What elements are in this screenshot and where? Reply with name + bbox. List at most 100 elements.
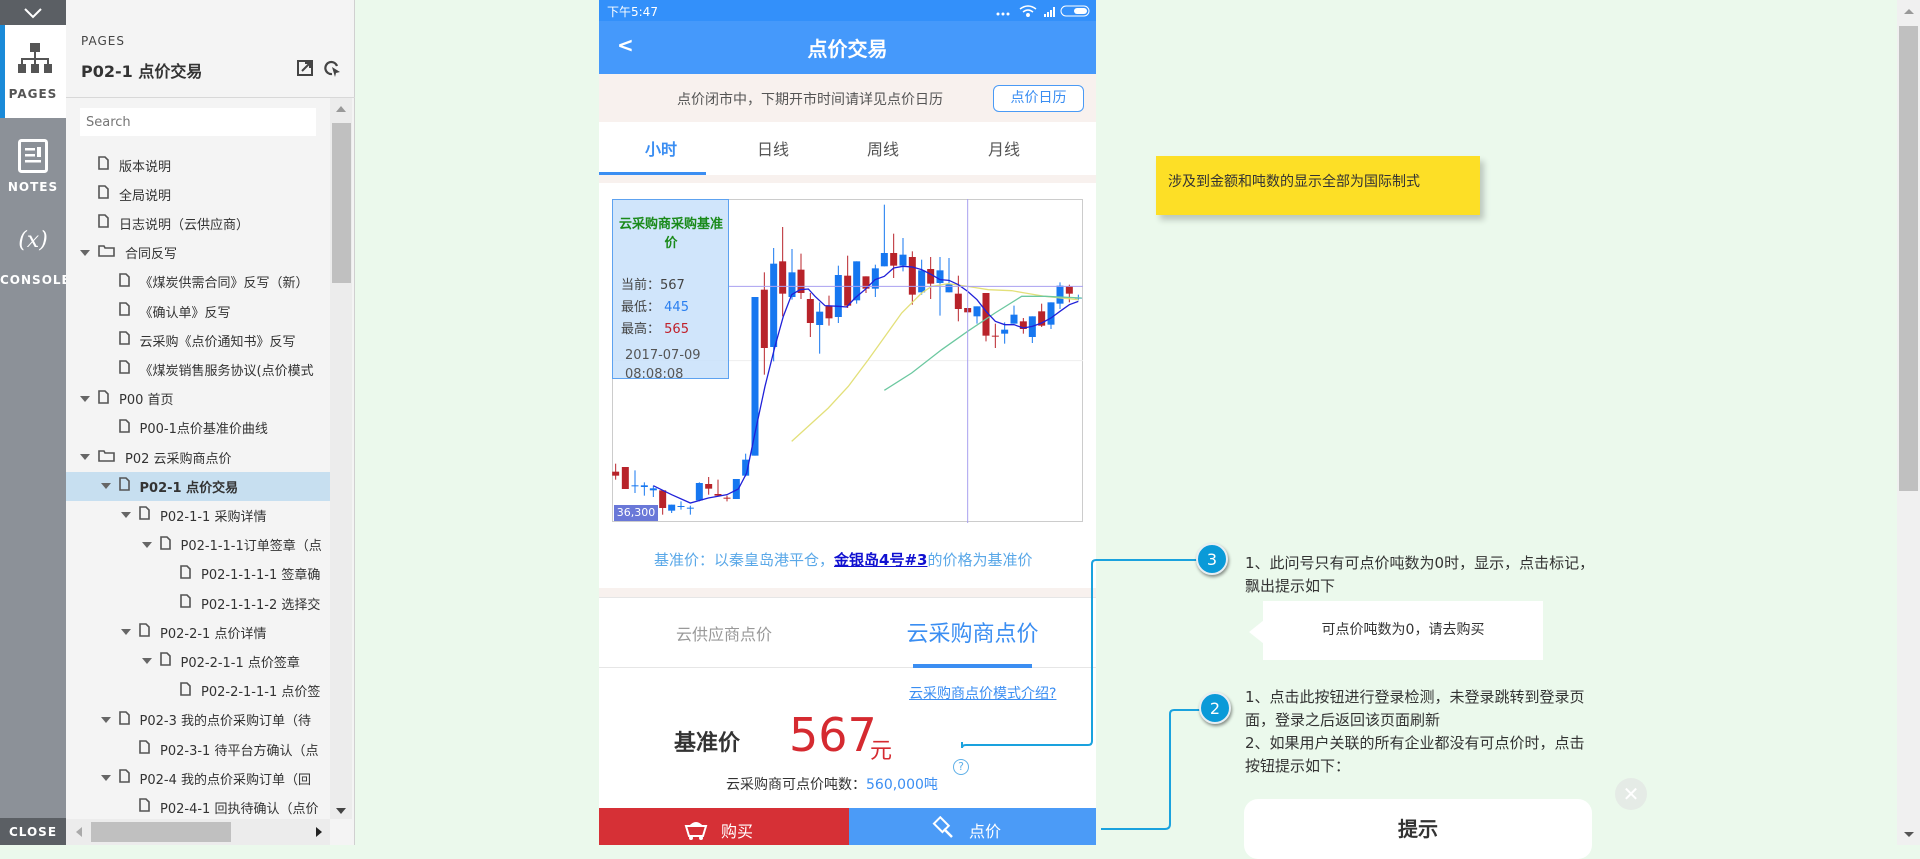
connector-2 xyxy=(1101,709,1200,830)
scroll-down-arrow[interactable] xyxy=(336,808,346,814)
page-icon xyxy=(118,331,130,349)
tab-day[interactable]: 日线 xyxy=(711,122,835,174)
candle-body xyxy=(695,483,703,501)
spot-price-button[interactable]: 点价 xyxy=(849,808,1096,845)
tree-item[interactable]: 合同反写 xyxy=(66,238,330,267)
canvas-scroll-thumb[interactable] xyxy=(1899,26,1918,491)
expand-arrow-icon[interactable] xyxy=(80,249,90,256)
tree-item[interactable]: P02-1-1 采购详情 xyxy=(66,501,330,530)
tree-item[interactable]: 《煤炭销售服务协议(点价模式 xyxy=(66,355,330,384)
tab-supplier-spot[interactable]: 云供应商点价 xyxy=(599,621,849,645)
scroll-left-arrow[interactable] xyxy=(76,827,82,837)
h-scroll-thumb[interactable] xyxy=(91,822,231,842)
rail-console-button[interactable]: (x) CONSOLE xyxy=(0,228,70,290)
baseline-link[interactable]: 金银岛4号#3 xyxy=(834,551,927,569)
candle-body xyxy=(1001,329,1009,334)
scroll-thumb[interactable] xyxy=(332,123,351,283)
tree-item[interactable]: P02-1-1-1订单签章（点 xyxy=(66,530,330,559)
tree-item[interactable]: P02 云采购商点价 xyxy=(66,443,330,472)
tree-item[interactable]: P00-1点价基准价曲线 xyxy=(66,413,330,442)
tree-item[interactable]: P02-2-1-1-1 点价签 xyxy=(66,676,330,705)
left-rail: PAGES NOTES (x) CONSOLE CLOSE xyxy=(0,0,70,845)
tree-item[interactable]: 日志说明（云供应商） xyxy=(66,209,330,238)
rail-pages-button[interactable]: PAGES xyxy=(0,25,66,118)
expand-arrow-icon[interactable] xyxy=(80,395,90,402)
canvas-scroll-up[interactable] xyxy=(1904,9,1914,14)
buy-button[interactable]: 购买 xyxy=(599,808,849,845)
tree-item[interactable]: 《确认单》反写 xyxy=(66,297,330,326)
page-icon xyxy=(98,214,109,232)
tree-item[interactable]: P02-1 点价交易 xyxy=(66,471,330,501)
canvas-vertical-scrollbar[interactable] xyxy=(1897,0,1920,845)
dialog-close-icon[interactable]: ✕ xyxy=(1615,778,1647,810)
candle-body xyxy=(834,275,842,317)
tree-vertical-scrollbar[interactable] xyxy=(330,98,352,819)
annotation-marker-3[interactable]: 3 xyxy=(1196,543,1228,575)
export-icon[interactable] xyxy=(297,60,313,76)
expand-arrow-icon[interactable] xyxy=(80,454,90,460)
tree-item[interactable]: P02-2-1-1 点价签章 xyxy=(66,647,330,676)
collapse-button[interactable] xyxy=(0,0,66,25)
candle-body xyxy=(899,254,907,266)
tree-item-label: P02 云采购商点价 xyxy=(125,451,232,467)
tree-item[interactable]: P02-1-1-1-2 选择交 xyxy=(66,589,330,618)
page-icon xyxy=(98,156,109,174)
tree-item-label: P02-3 我的点价采购订单（待 xyxy=(139,714,311,730)
low-label: 最低： xyxy=(621,300,661,315)
candle-body xyxy=(1056,285,1064,304)
tree-item[interactable]: P02-3-1 待平台方确认（点 xyxy=(66,735,330,764)
current-label: 当前： xyxy=(621,278,661,293)
close-button[interactable]: CLOSE xyxy=(0,818,66,845)
status-bar: 下午5:47 xyxy=(599,0,1096,21)
page-icon xyxy=(180,681,191,700)
expand-arrow-icon[interactable] xyxy=(121,512,131,519)
tree-item[interactable]: P00 首页 xyxy=(66,384,330,413)
candle-body xyxy=(686,507,694,509)
annotation-2-text: 1、点击此按钮进行登录检测，未登录跳转到登录页面，登录之后返回该页面刷新 2、如… xyxy=(1245,686,1595,778)
expand-arrow-icon[interactable] xyxy=(100,483,111,490)
mode-tabs: 云供应商点价 云采购商点价 xyxy=(599,598,1096,668)
expand-arrow-icon[interactable] xyxy=(100,716,111,723)
notes-icon xyxy=(18,139,48,173)
calendar-button[interactable]: 点价日历 xyxy=(993,85,1084,112)
candle-body xyxy=(659,490,667,508)
question-circle-icon[interactable]: ? xyxy=(953,759,969,775)
expand-arrow-icon[interactable] xyxy=(121,629,131,636)
tree-item[interactable]: P02-2-1 点价详情 xyxy=(66,618,330,647)
tree-item[interactable]: 全局说明 xyxy=(66,180,330,209)
tree-item[interactable]: 《煤炭供需合同》反写（新） xyxy=(66,267,330,296)
scroll-right-arrow[interactable] xyxy=(316,827,322,837)
mode-intro-link[interactable]: 云采购商点价模式介绍? xyxy=(909,683,1056,703)
tree-item[interactable]: 云采购《点价通知书》反写 xyxy=(66,326,330,355)
tree-item[interactable]: P02-1-1-1-1 签章确 xyxy=(66,559,330,588)
tooltip-datetime: 2017-07-09 08:08:08 xyxy=(625,346,701,384)
canvas-scroll-down[interactable] xyxy=(1904,832,1914,837)
tooltip-pointer xyxy=(1249,620,1264,644)
price-unit: 元 xyxy=(870,739,893,764)
tree-item[interactable]: P02-4-1 回执待确认（点价 xyxy=(66,793,330,817)
expand-arrow-icon[interactable] xyxy=(141,658,152,665)
expand-arrow-icon[interactable] xyxy=(141,541,152,548)
tree-item[interactable]: P02-3 我的点价采购订单（待 xyxy=(66,705,330,734)
tab-month[interactable]: 月线 xyxy=(942,122,1066,174)
search-input[interactable] xyxy=(80,108,316,136)
tab-hour[interactable]: 小时 xyxy=(599,122,723,174)
annotation-marker-2[interactable]: 2 xyxy=(1199,692,1231,724)
baseline-text: 基准价：以秦皇岛港平仓，金银岛4号#3的价格为基准价 xyxy=(654,549,1032,570)
tree-item-label: 云采购《点价通知书》反写 xyxy=(139,334,296,350)
scroll-up-arrow[interactable] xyxy=(336,106,346,112)
tab-week[interactable]: 周线 xyxy=(821,122,945,174)
candle-body xyxy=(927,269,935,284)
tree-item[interactable]: 版本说明 xyxy=(66,151,330,180)
tree-horizontal-scrollbar[interactable] xyxy=(66,819,330,845)
tree-item[interactable]: P02-4 我的点价采购订单（回 xyxy=(66,764,330,793)
y-axis-label: 36,300 xyxy=(614,505,658,521)
tree-item-label: 合同反写 xyxy=(125,247,178,263)
expand-arrow-icon[interactable] xyxy=(100,775,111,782)
tooltip-title: 云采购商采购基准价 xyxy=(618,217,723,251)
candle-body xyxy=(908,257,916,295)
rail-notes-button[interactable]: NOTES xyxy=(0,135,66,197)
tab-buyer-spot[interactable]: 云采购商点价 xyxy=(849,616,1096,648)
candle-body xyxy=(723,497,731,499)
locate-page-icon[interactable] xyxy=(324,60,342,78)
